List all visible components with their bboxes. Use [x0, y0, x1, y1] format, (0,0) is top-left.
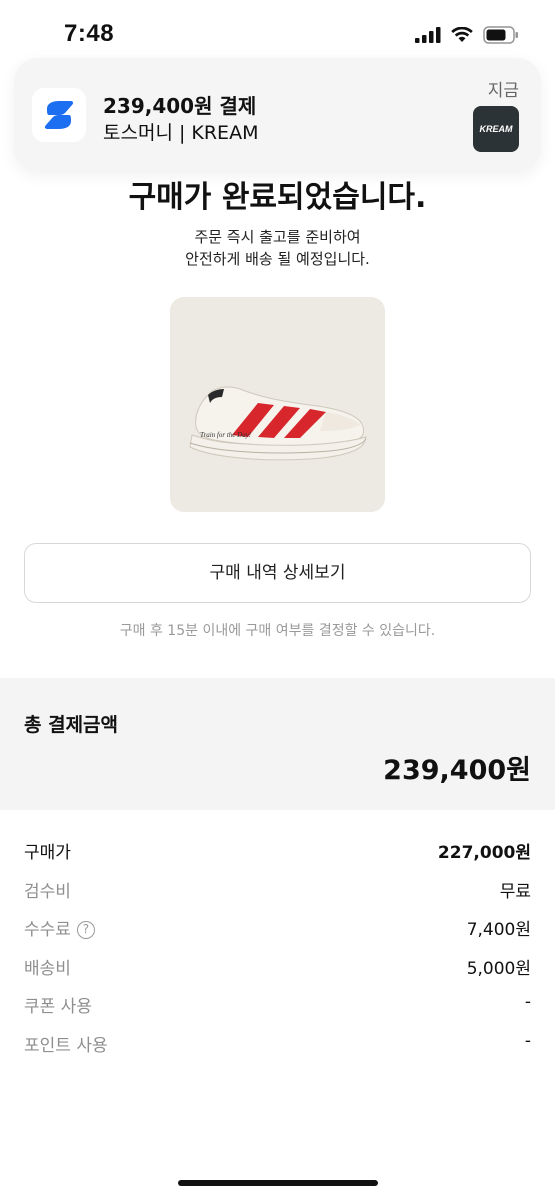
line-item-points: 포인트 사용 - [0, 1023, 555, 1062]
notification-title: 239,400원 결제 [103, 94, 257, 118]
help-question-icon[interactable]: ? [76, 921, 95, 939]
line-item-purchase-price: 구매가 227,000원 [0, 830, 555, 869]
line-item-label-with-help: 수수료? [24, 915, 95, 940]
price-breakdown: 구매가 227,000원 검수비 무료 수수료? 7,400원 배송비 5,00… [0, 830, 555, 1061]
home-indicator[interactable] [178, 1180, 378, 1186]
line-item-shipping-fee: 배송비 5,000원 [0, 946, 555, 985]
page-subtitle: 주문 즉시 출고를 준비하여 안전하게 배송 될 예정입니다. [0, 226, 555, 270]
line-item-value: - [524, 992, 531, 1012]
payment-notification[interactable]: 239,400원 결제 토스머니 | KREAM 지금 KREAM [14, 58, 541, 172]
total-payment-amount: 239,400원 [383, 755, 531, 786]
line-item-value: 5,000원 [466, 958, 531, 979]
line-item-label: 수수료 [24, 920, 71, 940]
line-item-label: 검수비 [24, 881, 71, 902]
status-bar: 7:48 [0, 0, 555, 60]
svg-text:Train for the Day!: Train for the Day! [200, 431, 252, 439]
line-item-service-fee: 수수료? 7,400원 [0, 907, 555, 946]
notification-time: 지금 [487, 81, 519, 101]
line-item-coupon: 쿠폰 사용 - [0, 984, 555, 1023]
total-payment-section: 총 결제금액 239,400원 [0, 678, 555, 810]
subtitle-line-1: 주문 즉시 출고를 준비하여 [194, 228, 361, 246]
purchase-decision-note: 구매 후 15분 이내에 구매 여부를 결정할 수 있습니다. [119, 623, 436, 639]
line-item-value: - [524, 1030, 531, 1051]
page-title: 구매가 완료되었습니다. [128, 180, 427, 215]
notification-body: 토스머니 | KREAM [103, 122, 259, 144]
toss-logo-icon [32, 88, 86, 142]
purchase-detail-button[interactable]: 구매 내역 상세보기 [24, 543, 531, 603]
product-image: Train for the Day! [170, 297, 385, 512]
sneaker-image: Train for the Day! [189, 386, 367, 461]
line-item-value: 7,400원 [466, 920, 531, 940]
cellular-signal-icon [415, 27, 441, 43]
line-item-inspection-fee: 검수비 무료 [0, 869, 555, 908]
line-item-label: 포인트 사용 [24, 1035, 108, 1056]
line-item-label: 쿠폰 사용 [24, 997, 92, 1017]
line-item-value: 무료 [499, 881, 531, 902]
subtitle-line-2: 안전하게 배송 될 예정입니다. [185, 250, 370, 268]
line-item-value: 227,000원 [437, 843, 531, 863]
line-item-label: 배송비 [24, 958, 71, 979]
line-item-label: 구매가 [24, 843, 71, 863]
total-payment-label: 총 결제금액 [24, 714, 119, 736]
battery-icon [483, 26, 518, 44]
status-icons [415, 26, 519, 44]
status-time: 7:48 [64, 20, 115, 47]
wifi-icon [451, 27, 473, 42]
kream-logo-thumbnail: KREAM [473, 106, 519, 152]
